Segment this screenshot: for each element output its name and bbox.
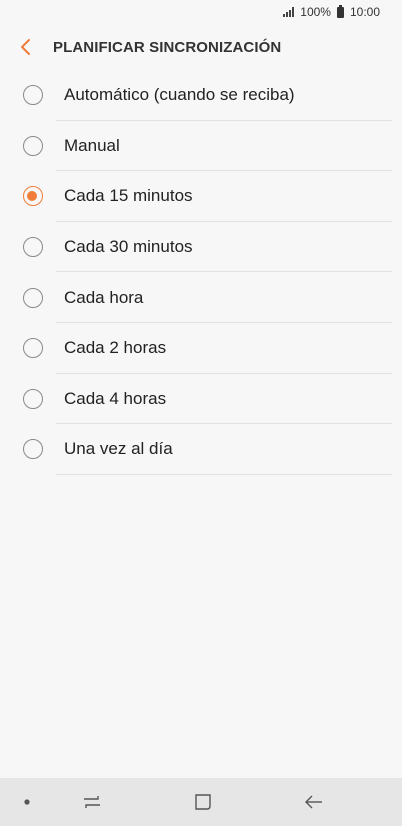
app-header: PLANIFICAR SINCRONIZACIÓN bbox=[0, 24, 402, 70]
radio-unchecked-icon[interactable] bbox=[23, 287, 43, 308]
screen: 100% 10:00 PLANIFICAR SINCRONIZACIÓN Aut… bbox=[0, 0, 402, 826]
radio-unchecked-icon[interactable] bbox=[23, 237, 43, 258]
battery-icon bbox=[336, 4, 344, 18]
radio-unchecked-icon[interactable] bbox=[23, 85, 43, 106]
sync-schedule-options: Automático (cuando se reciba) Manual Cada … bbox=[0, 70, 402, 475]
radio-option[interactable]: Cada 30 minutos bbox=[0, 222, 402, 273]
dot-icon bbox=[24, 799, 30, 805]
page-title: PLANIFICAR SINCRONIZACIÓN bbox=[53, 38, 282, 56]
option-label: Automático (cuando se reciba) bbox=[64, 85, 295, 105]
clock: 10:00 bbox=[349, 5, 380, 19]
signal-icon bbox=[283, 7, 295, 17]
radio-checked-icon[interactable] bbox=[23, 186, 43, 207]
radio-option[interactable]: Cada 4 horas bbox=[0, 374, 402, 425]
radio-unchecked-icon[interactable] bbox=[23, 388, 43, 409]
option-label: Cada 15 minutos bbox=[64, 186, 193, 206]
home-button[interactable] bbox=[181, 778, 225, 826]
radio-option[interactable]: Manual bbox=[0, 121, 402, 172]
back-arrow-icon bbox=[305, 795, 322, 809]
recent-apps-icon bbox=[84, 796, 100, 808]
radio-option[interactable]: Cada 15 minutos bbox=[0, 171, 402, 222]
option-label: Cada 30 minutos bbox=[64, 237, 193, 257]
status-bar: 100% 10:00 bbox=[0, 0, 402, 24]
option-label: Cada 4 horas bbox=[64, 388, 167, 408]
radio-unchecked-icon[interactable] bbox=[23, 338, 43, 359]
battery-percentage: 100% bbox=[300, 5, 331, 19]
back-button[interactable] bbox=[2, 24, 50, 70]
recent-apps-button[interactable] bbox=[70, 778, 114, 826]
option-label: Manual bbox=[64, 135, 120, 155]
radio-unchecked-icon[interactable] bbox=[23, 135, 43, 156]
option-label: Una vez al día bbox=[64, 439, 173, 459]
home-icon bbox=[195, 794, 211, 810]
back-nav-button[interactable] bbox=[292, 778, 336, 826]
radio-option[interactable]: Cada hora bbox=[0, 272, 402, 323]
navigation-bar bbox=[0, 778, 402, 826]
radio-option[interactable]: Una vez al día bbox=[0, 424, 402, 475]
radio-option[interactable]: Automático (cuando se reciba) bbox=[0, 70, 402, 121]
option-label: Cada 2 horas bbox=[64, 338, 167, 358]
option-label: Cada hora bbox=[64, 287, 144, 307]
nav-dot[interactable] bbox=[10, 778, 44, 826]
radio-unchecked-icon[interactable] bbox=[23, 439, 43, 460]
radio-option[interactable]: Cada 2 horas bbox=[0, 323, 402, 374]
chevron-left-icon bbox=[21, 39, 30, 55]
divider bbox=[56, 473, 392, 475]
